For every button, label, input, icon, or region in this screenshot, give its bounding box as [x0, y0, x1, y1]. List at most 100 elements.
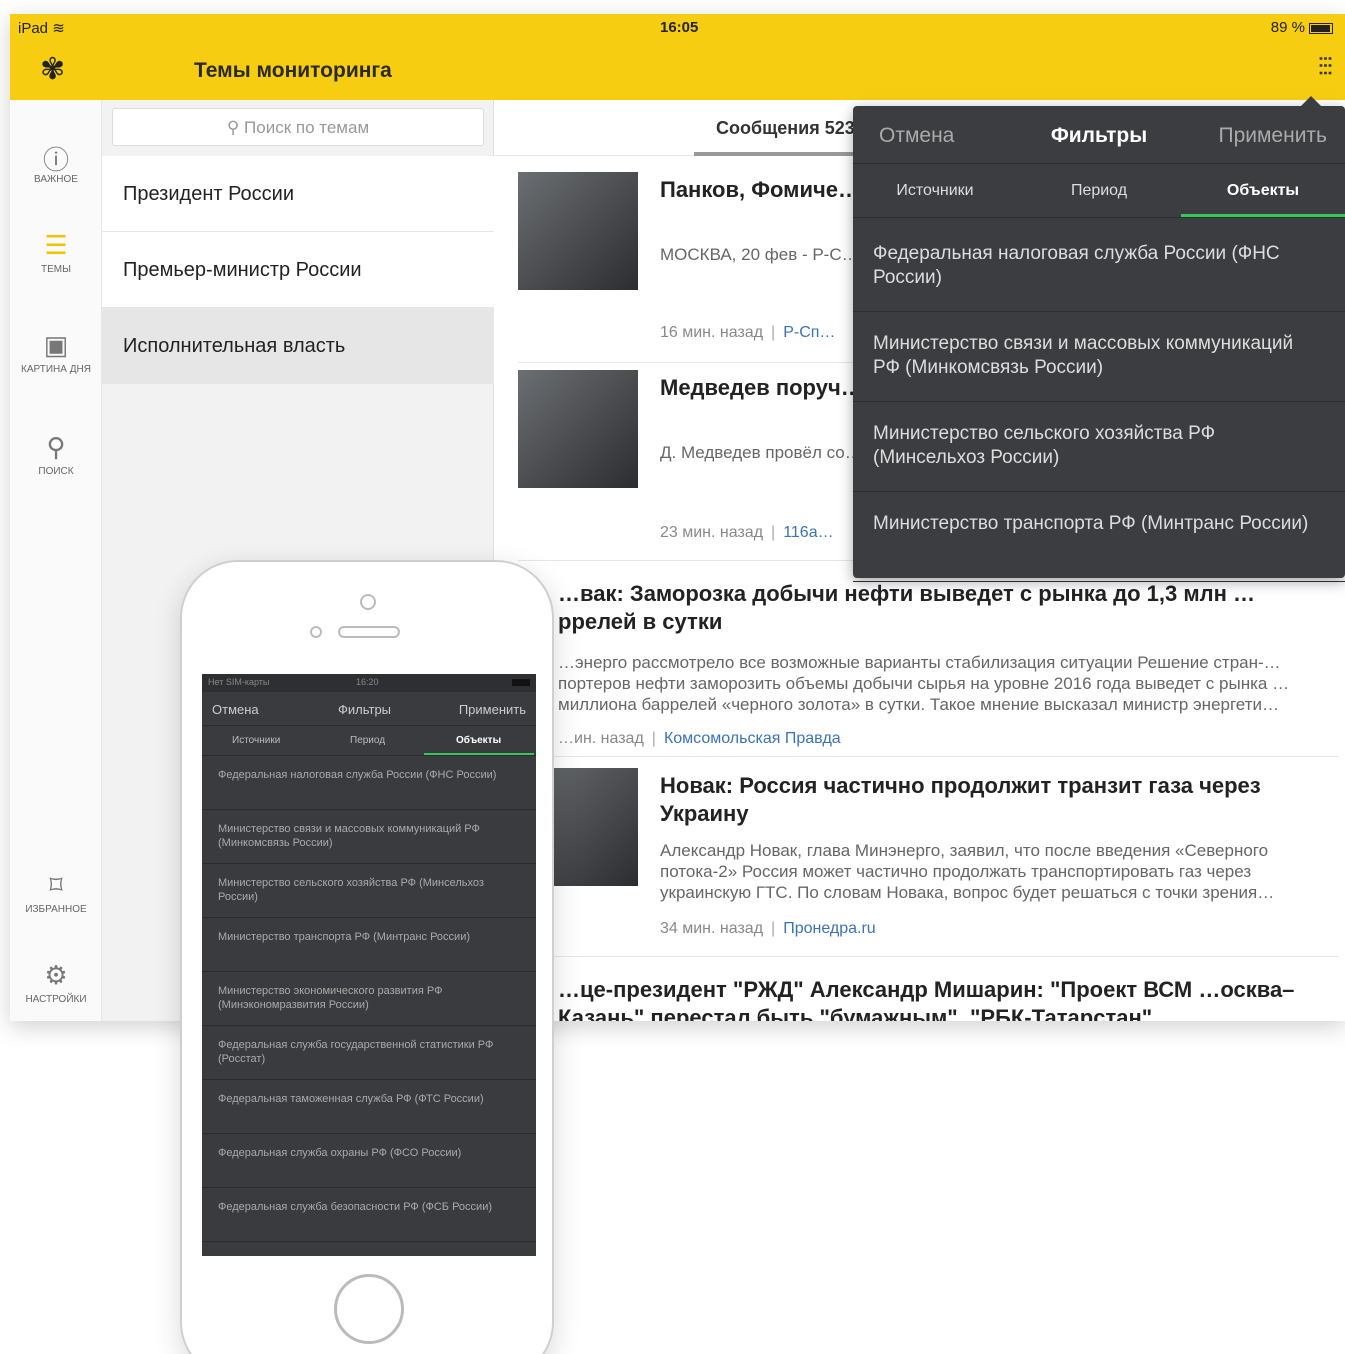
sidebar-item-label: ТЕМЫ	[41, 264, 71, 275]
divider	[518, 756, 1338, 757]
filter-object-item[interactable]: Министерство сельского хозяйства РФ (Мин…	[853, 402, 1345, 492]
news-headline: …це-президент "РЖД" Александр Мишарин: "…	[558, 977, 1295, 1021]
tab-period[interactable]: Период	[1017, 182, 1181, 200]
topics-list: Президент России Премьер-министр России …	[102, 156, 494, 384]
filter-tabs: Источники Период Объекты	[853, 164, 1345, 218]
apply-button[interactable]: Применить	[1218, 124, 1327, 148]
filter-object-item[interactable]: Министерство транспорта РФ (Минтранс Рос…	[853, 492, 1345, 582]
search-placeholder: Поиск по темам	[244, 118, 370, 137]
iphone-carrier: Нет SIM-карты	[208, 677, 270, 687]
news-meta: 34 мин. назад | Пронедра.ru	[660, 920, 876, 938]
news-item[interactable]: Новак: Россия частично продолжит транзит…	[518, 768, 1338, 948]
news-time: …ин. назад	[558, 730, 644, 747]
iphone-apply-button[interactable]: Применить	[459, 702, 526, 717]
device-name: iPad	[18, 20, 49, 37]
sidebar-item-label: ПОИСК	[38, 466, 74, 477]
battery-icon	[1309, 22, 1333, 34]
iphone-filter-item[interactable]: Министерство сельского хозяйства РФ (Мин…	[202, 864, 536, 918]
iphone-filter-item[interactable]: Министерство транспорта РФ (Минтранс Рос…	[202, 918, 536, 972]
news-item[interactable]: …це-президент "РЖД" Александр Мишарин: "…	[518, 972, 1338, 1021]
news-meta: 23 мин. назад | 116a…	[660, 524, 834, 542]
iphone-filter-item[interactable]: Федеральная служба государственной стати…	[202, 1026, 536, 1080]
filters-popover: Фильтры Отмена Применить Источники Перио…	[853, 96, 1345, 582]
sidebar-item-favorites[interactable]: ⌑ ИЗБРАННОЕ	[10, 870, 102, 916]
filter-object-item[interactable]: Федеральная налоговая служба России (ФНС…	[853, 222, 1345, 312]
iphone-tab-sources[interactable]: Источники	[232, 735, 280, 746]
search-icon: ⚲	[46, 432, 66, 462]
iphone-time: 16:20	[356, 677, 379, 687]
news-source[interactable]: Пронедра.ru	[783, 920, 875, 937]
tab-objects[interactable]: Объекты	[1181, 182, 1345, 200]
news-source[interactable]: Комсомольская Правда	[664, 730, 841, 747]
topic-item[interactable]: Премьер-министр России	[102, 232, 494, 308]
iphone-camera	[360, 594, 376, 610]
sidebar-item-label: КАРТИНА ДНЯ	[21, 364, 91, 375]
sidebar-item-label: ВАЖНОЕ	[34, 174, 78, 185]
news-photo	[518, 370, 638, 488]
sidebar: ⓘ ВАЖНОЕ ☰ ТЕМЫ ▣ КАРТИНА ДНЯ ⚲ ПОИСК ⌑ …	[10, 100, 102, 1021]
filter-objects-list: Федеральная налоговая служба России (ФНС…	[853, 222, 1345, 582]
search-icon: ⚲	[226, 118, 240, 137]
iphone-device: Нет SIM-карты 16:20 Отмена Фильтры Приме…	[180, 560, 554, 1354]
device-label: iPad ≋	[18, 19, 65, 37]
iphone-filter-title: Фильтры	[338, 702, 392, 717]
sidebar-item-settings[interactable]: ⚙ НАСТРОЙКИ	[10, 960, 102, 1006]
news-time: 16 мин. назад	[660, 324, 764, 341]
tab-sources[interactable]: Источники	[853, 182, 1017, 200]
list-icon: ☰	[44, 230, 68, 260]
app-logo-icon: ✾	[40, 53, 66, 86]
iphone-status-bar: Нет SIM-карты 16:20	[202, 674, 536, 692]
iphone-filter-item[interactable]: Министерство экономического развития РФ …	[202, 972, 536, 1026]
gear-icon: ⚙	[44, 960, 68, 990]
nav-bar: ✾ Темы мониторинга ⫶⫶⫶	[10, 42, 1345, 100]
iphone-filter-item[interactable]: Федеральная служба охраны РФ (ФСО России…	[202, 1134, 536, 1188]
wifi-icon: ≋	[52, 20, 65, 37]
news-meta: …ин. назад | Комсомольская Правда	[558, 730, 841, 748]
news-headline: Новак: Россия частично продолжит транзит…	[660, 773, 1261, 826]
sidebar-item-search[interactable]: ⚲ ПОИСК	[10, 432, 102, 478]
iphone-sensor	[310, 626, 322, 638]
news-meta: 16 мин. назад | Р-Сп…	[660, 324, 835, 342]
sidebar-item-important[interactable]: ⓘ ВАЖНОЕ	[10, 140, 102, 186]
iphone-filter-item[interactable]: Министерство связи и массовых коммуникац…	[202, 810, 536, 864]
news-time: 23 мин. назад	[660, 524, 764, 541]
meta-separator: |	[651, 730, 656, 747]
iphone-filter-item[interactable]: Федеральная налоговая служба России (ФНС…	[202, 756, 536, 810]
news-source[interactable]: 116a…	[783, 524, 833, 541]
sidebar-item-label: НАСТРОЙКИ	[25, 994, 87, 1005]
meta-separator: |	[771, 524, 776, 541]
iphone-filter-header: Отмена Фильтры Применить	[202, 692, 536, 726]
news-body: …энерго рассмотрело все возможные вариан…	[558, 653, 1290, 714]
cancel-button[interactable]: Отмена	[879, 124, 954, 148]
iphone-filter-tabs: Источники Период Объекты	[202, 726, 536, 756]
iphone-tab-objects[interactable]: Объекты	[456, 735, 501, 746]
sidebar-item-label: ИЗБРАННОЕ	[25, 904, 87, 915]
topic-item[interactable]: Исполнительная власть	[102, 308, 494, 384]
meta-separator: |	[771, 920, 776, 937]
filter-sliders-icon[interactable]: ⫶⫶⫶	[1318, 52, 1333, 84]
page-title: Темы мониторинга	[194, 59, 392, 82]
tab-underline	[1181, 214, 1345, 217]
divider	[518, 956, 1338, 957]
iphone-filter-item[interactable]: Федеральная таможенная служба РФ (ФТС Ро…	[202, 1080, 536, 1134]
news-item[interactable]: …вак: Заморозка добычи нефти выведет с р…	[518, 576, 1338, 748]
meta-separator: |	[771, 324, 776, 341]
iphone-tab-underline	[424, 753, 534, 755]
calendar-icon: ▣	[43, 330, 69, 360]
info-circle-icon: ⓘ	[42, 145, 69, 175]
battery-level: 89 %	[1270, 19, 1305, 36]
news-body: Александр Новак, глава Минэнерго, заявил…	[660, 841, 1275, 902]
topic-item[interactable]: Президент России	[102, 156, 494, 232]
iphone-speaker	[338, 626, 400, 638]
news-source[interactable]: Р-Сп…	[783, 324, 835, 341]
iphone-home-button[interactable]	[334, 1274, 404, 1344]
topic-search-input[interactable]: ⚲ Поиск по темам	[112, 108, 484, 146]
iphone-filter-item[interactable]: Федеральная служба безопасности РФ (ФСБ …	[202, 1188, 536, 1242]
sidebar-item-day-picture[interactable]: ▣ КАРТИНА ДНЯ	[10, 330, 102, 376]
iphone-cancel-button[interactable]: Отмена	[212, 702, 259, 717]
iphone-battery-icon	[512, 679, 530, 686]
iphone-tab-period[interactable]: Период	[350, 735, 385, 746]
filter-object-item[interactable]: Министерство связи и массовых коммуникац…	[853, 312, 1345, 402]
news-headline: …вак: Заморозка добычи нефти выведет с р…	[558, 581, 1255, 634]
sidebar-item-topics[interactable]: ☰ ТЕМЫ	[10, 230, 102, 276]
